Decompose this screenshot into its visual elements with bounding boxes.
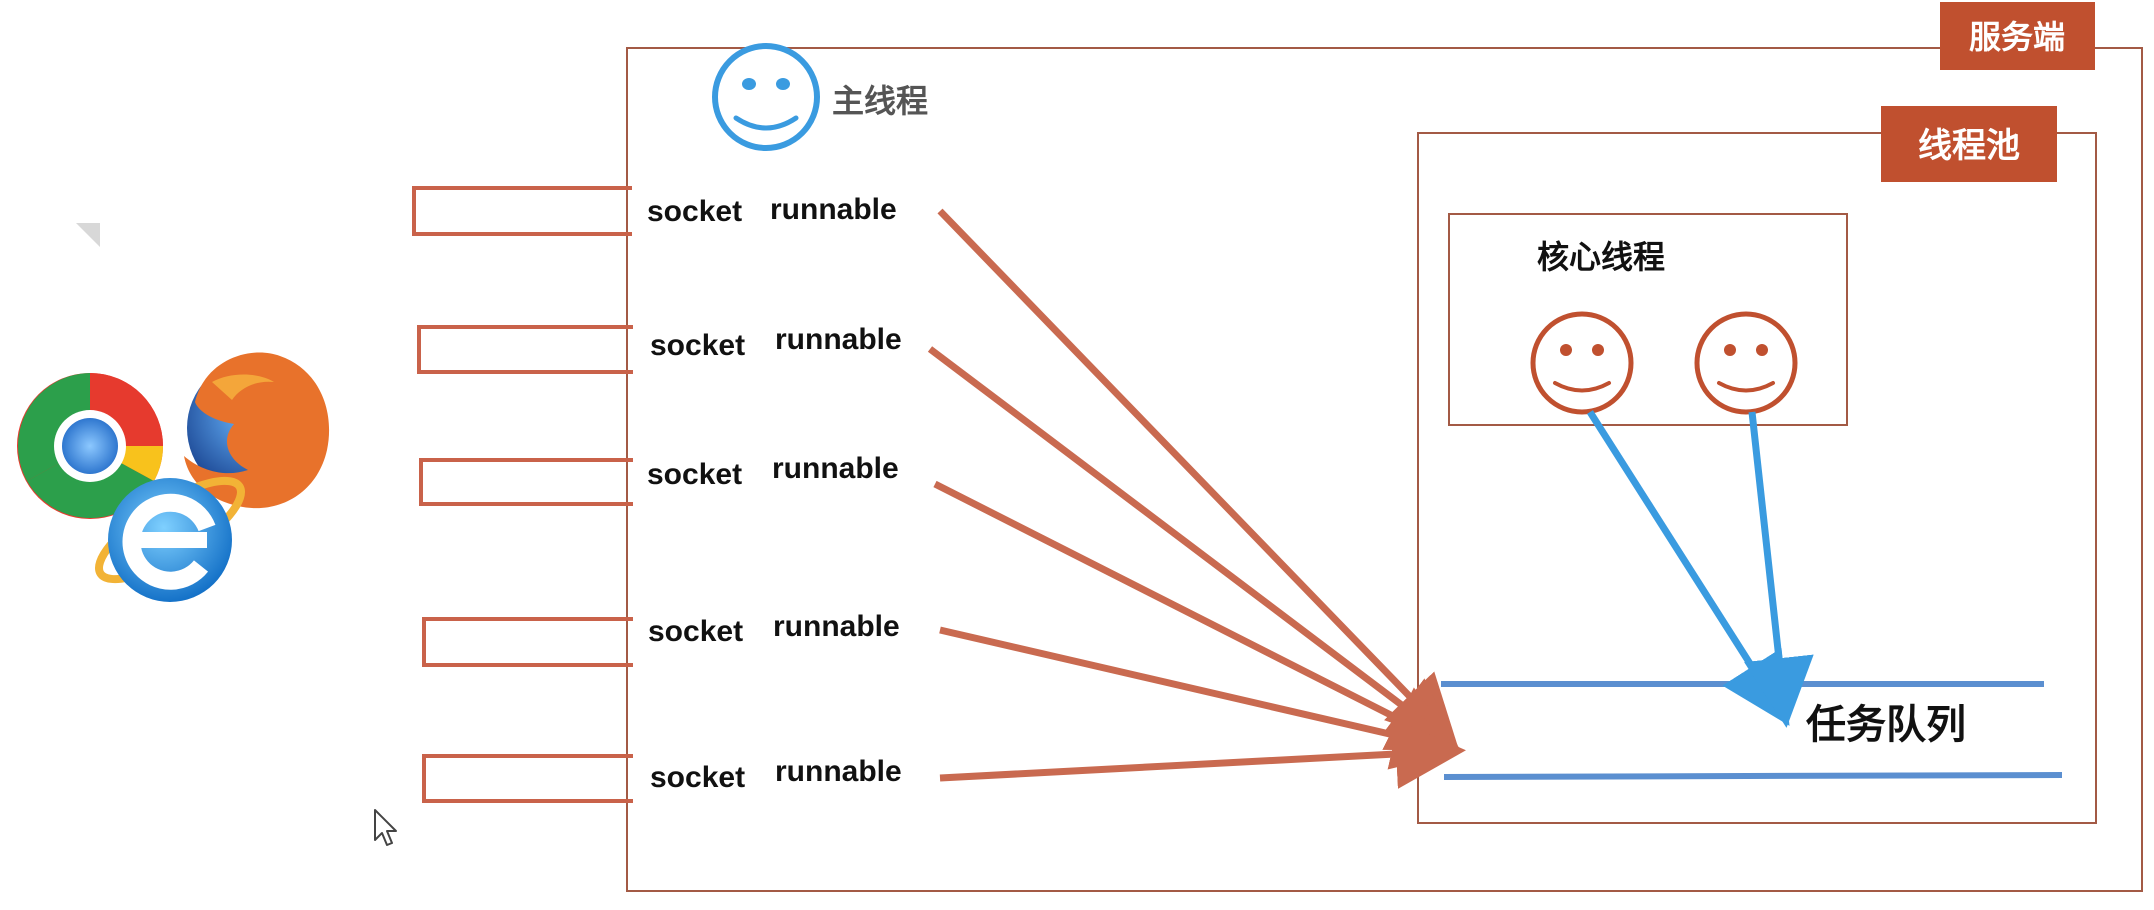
mouse-cursor-icon [374, 809, 397, 846]
socket-label: socket [648, 615, 743, 648]
socket-label: socket [647, 458, 742, 491]
runnable-to-pool-arrow [933, 480, 1461, 751]
core-thread-smiley-icon [1694, 311, 1798, 415]
runnable-to-pool-arrow [939, 626, 1464, 770]
corner-triangle-icon [76, 223, 100, 247]
runnable-to-pool-arrow [927, 346, 1460, 749]
thread-pool-diagram: 服务端 主线程 线程池 核心线程 任务队列 socket runnable so… [17, 2, 2143, 892]
runnable-label: runnable [775, 755, 902, 788]
main-thread-label: 主线程 [832, 82, 928, 120]
runnable-label: runnable [772, 452, 899, 485]
runnable-to-pool-arrow [937, 208, 1458, 747]
core-thread-to-queue-arrow [1587, 410, 1790, 726]
runnable-label: runnable [770, 193, 897, 226]
socket-slot [422, 617, 633, 667]
core-threads-label: 核心线程 [1537, 238, 1665, 276]
socket-slot [417, 325, 633, 374]
socket-label: socket [650, 329, 745, 362]
socket-slot [422, 754, 633, 803]
server-label-tag: 服务端 [1940, 2, 2095, 70]
thread-pool-label-tag: 线程池 [1881, 106, 2057, 182]
task-queue-bottom-line [1443, 772, 2063, 780]
socket-slot [419, 458, 633, 506]
socket-label: socket [647, 195, 742, 228]
core-thread-smiley-icon [1530, 311, 1634, 415]
socket-label: socket [650, 761, 745, 794]
task-queue-label: 任务队列 [1806, 702, 1966, 748]
server-label: 服务端 [1969, 18, 2065, 56]
runnable-label: runnable [775, 323, 902, 356]
runnable-to-pool-arrow [939, 718, 1466, 789]
runnable-label: runnable [773, 610, 900, 643]
thread-pool-label: 线程池 [1918, 126, 2020, 166]
socket-slot [412, 186, 632, 236]
main-thread-smiley-icon [712, 43, 820, 151]
